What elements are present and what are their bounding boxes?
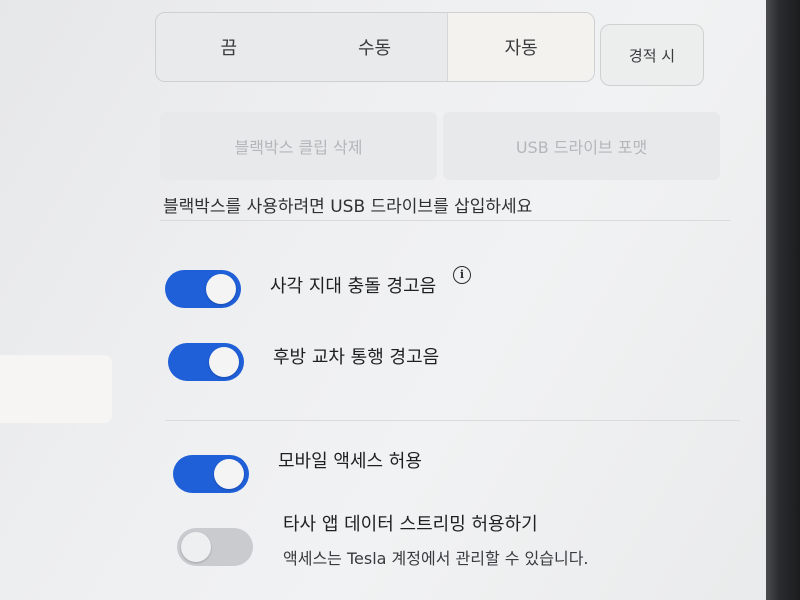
divider	[160, 220, 730, 221]
mode-option-manual[interactable]: 수동	[302, 13, 448, 81]
format-usb-button[interactable]: USB 드라이브 포맷	[443, 112, 720, 180]
glare-reflection	[0, 355, 112, 423]
toggle-knob	[206, 274, 236, 304]
mode-option-on-honk[interactable]: 경적 시	[600, 24, 704, 86]
dashcam-action-row: 블랙박스 클립 삭제 USB 드라이브 포맷	[160, 112, 720, 180]
toggle-knob	[214, 459, 244, 489]
third-party-streaming-sublabel: 액세스는 Tesla 계정에서 관리할 수 있습니다.	[283, 549, 589, 568]
mode-option-off[interactable]: 끔	[156, 13, 302, 81]
toggle-knob	[181, 532, 211, 562]
info-icon[interactable]: i	[453, 266, 471, 284]
toggle-knob	[209, 347, 239, 377]
mobile-access-label: 모바일 액세스 허용	[278, 451, 422, 472]
delete-clips-button[interactable]: 블랙박스 클립 삭제	[160, 112, 437, 180]
rear-cross-traffic-chime-label: 후방 교차 통행 경고음	[273, 347, 440, 368]
dashcam-mode-selector: 끔 수동 자동	[155, 12, 595, 82]
divider	[165, 420, 740, 421]
third-party-streaming-label: 타사 앱 데이터 스트리밍 허용하기	[283, 514, 538, 535]
blind-spot-chime-label: 사각 지대 충돌 경고음	[270, 276, 437, 297]
mobile-access-toggle[interactable]	[173, 455, 249, 493]
third-party-streaming-toggle[interactable]	[177, 528, 253, 566]
usb-notice-text: 블랙박스를 사용하려면 USB 드라이브를 삽입하세요	[163, 197, 533, 217]
mode-option-auto[interactable]: 자동	[447, 13, 594, 81]
rear-cross-traffic-chime-toggle[interactable]	[168, 343, 244, 381]
settings-screen: 끔 수동 자동 경적 시 블랙박스 클립 삭제 USB 드라이브 포맷 블랙박스…	[0, 0, 800, 600]
screen-bezel	[766, 0, 800, 600]
blind-spot-chime-toggle[interactable]	[165, 270, 241, 308]
